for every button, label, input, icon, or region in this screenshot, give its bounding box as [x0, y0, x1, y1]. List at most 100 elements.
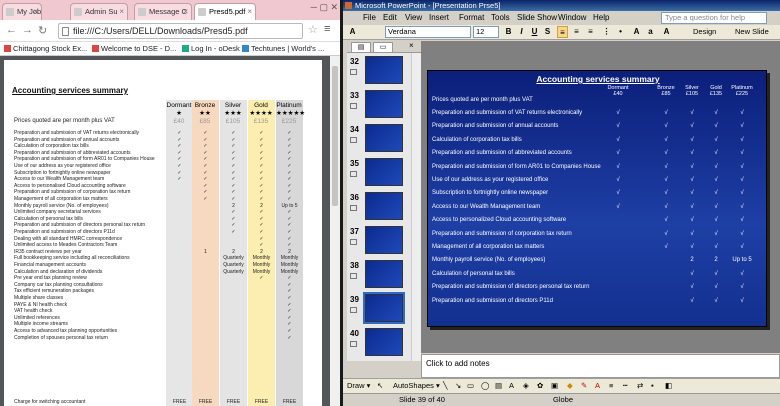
new-slide-button[interactable]: New Slide — [735, 26, 769, 38]
slide-thumbnail[interactable]: 34 — [347, 123, 421, 155]
font-size-select[interactable]: 12 — [473, 26, 499, 38]
bold-button[interactable]: B — [503, 26, 514, 38]
window-controls[interactable]: ─ ▢ ✕ — [311, 2, 338, 13]
clipart-icon[interactable]: ✿ — [537, 379, 543, 393]
font-color-button[interactable]: A — [661, 26, 672, 38]
dash-style-icon[interactable]: ┅ — [623, 379, 628, 393]
autoshapes-menu[interactable]: AutoShapes ▾ — [393, 379, 440, 393]
thumbnail-scrollbar[interactable] — [411, 53, 421, 361]
slide-thumbnail[interactable]: 36 — [347, 191, 421, 223]
slide-thumbnail[interactable]: 37 — [347, 225, 421, 257]
menu-edit[interactable]: Edit — [383, 11, 397, 25]
select-objects-icon[interactable]: ↖ — [377, 379, 383, 393]
slide-table-cell: √ — [616, 150, 620, 157]
slide-thumbnail[interactable]: 35 — [347, 157, 421, 189]
menu-help[interactable]: Help — [593, 11, 609, 25]
close-icon[interactable]: × — [183, 4, 188, 19]
shadow-button[interactable]: S — [542, 26, 553, 38]
address-bar[interactable]: file:///C:/Users/DELL/Downloads/Presd5.p… — [58, 23, 303, 39]
table-cell: ✓ — [203, 136, 208, 143]
table-cell: ✓ — [231, 149, 236, 156]
slide-thumbnail[interactable]: 40 — [347, 327, 421, 359]
slide-table-cell: √ — [740, 150, 744, 157]
menu-window[interactable]: Window — [558, 11, 586, 25]
close-icon[interactable]: × — [247, 4, 252, 19]
close-icon[interactable]: × — [119, 4, 124, 19]
close-icon[interactable]: × — [33, 4, 38, 19]
fill-color-icon[interactable]: ◆ — [567, 379, 573, 393]
italic-button[interactable]: I — [516, 26, 527, 38]
wordart-icon[interactable]: A — [509, 379, 514, 393]
outline-tab[interactable]: ▤ — [351, 42, 371, 53]
arrow-icon[interactable]: ↘ — [455, 379, 461, 393]
table-cell: ✓ — [259, 163, 264, 169]
forward-icon[interactable]: → — [22, 24, 33, 36]
bookmark-star-icon[interactable]: ☆ — [308, 23, 318, 36]
slide-table-row: Preparation and submission of VAT return… — [432, 107, 764, 120]
line-color-icon[interactable]: ✎ — [581, 379, 587, 393]
line-icon[interactable]: ╲ — [443, 379, 448, 393]
draw-menu[interactable]: Draw ▾ — [347, 379, 370, 393]
align-center-button[interactable]: ≡ — [571, 26, 582, 38]
shadow-style-icon[interactable]: ▪ — [651, 379, 654, 393]
align-left-button[interactable]: ≡ — [557, 26, 568, 38]
back-icon[interactable]: ← — [6, 24, 17, 36]
slide-canvas[interactable]: Accounting services summary Dormant £40 Br… — [427, 70, 767, 327]
menu-insert[interactable]: Insert — [429, 11, 449, 25]
menu-view[interactable]: View — [405, 11, 422, 25]
chrome-window: My Jobs× Admin Su× Message C× Presd5.pdf… — [0, 0, 340, 406]
align-right-button[interactable]: ≡ — [585, 26, 596, 38]
font-select[interactable]: Verdana — [385, 26, 471, 38]
scrollbar-thumb[interactable] — [332, 66, 338, 206]
slide-thumbnail[interactable]: 38 — [347, 259, 421, 291]
design-button[interactable]: Design — [693, 26, 716, 38]
slide-editing-area: Accounting services summary Dormant £40 Br… — [421, 41, 780, 353]
increase-font-button[interactable]: A — [631, 26, 642, 38]
numbering-button[interactable]: ⋮ — [601, 26, 612, 38]
slides-tab[interactable]: ▭ — [373, 42, 393, 53]
slide-table-cell: √ — [664, 244, 668, 250]
decrease-font-button[interactable]: a — [645, 26, 656, 38]
chrome-menu-icon[interactable]: ≡ — [324, 23, 330, 35]
3d-style-icon[interactable]: ◧ — [665, 379, 672, 393]
tab-admin[interactable]: Admin Su × — [70, 3, 128, 20]
slide-thumbnail[interactable]: 39 — [347, 292, 421, 325]
table-cell: Monthly — [280, 255, 299, 262]
line-style-icon[interactable]: ≡ — [609, 379, 613, 393]
table-cell: FREE — [198, 399, 213, 405]
bullets-button[interactable]: • — [615, 26, 626, 38]
menu-slide-show[interactable]: Slide Show — [517, 11, 557, 25]
tab-message[interactable]: Message C × — [134, 3, 192, 20]
rectangle-icon[interactable]: ▭ — [467, 379, 474, 393]
close-pane-icon[interactable]: × — [409, 41, 414, 50]
tab-my-jobs[interactable]: My Jobs× — [2, 3, 42, 20]
bookmark-item[interactable]: Log In - oDesk — [182, 44, 240, 53]
slide-thumbnail[interactable]: 32 — [347, 55, 421, 87]
underline-button[interactable]: U — [529, 26, 540, 38]
styles-icon[interactable]: A — [347, 26, 358, 38]
picture-icon[interactable]: ▣ — [551, 379, 558, 393]
table-cell: ✓ — [287, 196, 292, 202]
textbox-icon[interactable]: ▤ — [495, 379, 502, 393]
tab-presd5-pdf[interactable]: Presd5.pdf × — [194, 3, 256, 20]
notes-pane[interactable]: Click to add notes — [421, 354, 780, 378]
table-cell: FREE — [226, 399, 241, 405]
oval-icon[interactable]: ◯ — [481, 379, 489, 393]
menu-format[interactable]: Format — [459, 11, 484, 25]
bookmark-item[interactable]: Chittagong Stock Ex... — [4, 44, 87, 53]
menu-file[interactable]: File — [363, 11, 376, 25]
table-cell: ✓ — [287, 334, 292, 341]
diagram-icon[interactable]: ◈ — [523, 379, 529, 393]
reload-icon[interactable]: ↻ — [38, 24, 47, 37]
slide-table-cell: √ — [740, 230, 744, 237]
help-search-input[interactable]: Type a question for help — [661, 12, 767, 24]
arrow-style-icon[interactable]: ⇄ — [637, 379, 643, 393]
slide-thumbnail[interactable]: 33 — [347, 89, 421, 121]
menu-tools[interactable]: Tools — [491, 11, 510, 25]
bookmark-item[interactable]: Techtunes | World's ... — [242, 44, 324, 53]
slide-table-cell: √ — [740, 297, 744, 304]
formatting-toolbar: A Verdana 12 B I U S ≡ ≡ ≡ ⋮ • A a A Des… — [343, 25, 780, 40]
bookmark-item[interactable]: Welcome to DSE - D... — [92, 44, 176, 53]
table-cell: ✓ — [203, 189, 208, 196]
font-color-icon[interactable]: A — [595, 379, 600, 393]
